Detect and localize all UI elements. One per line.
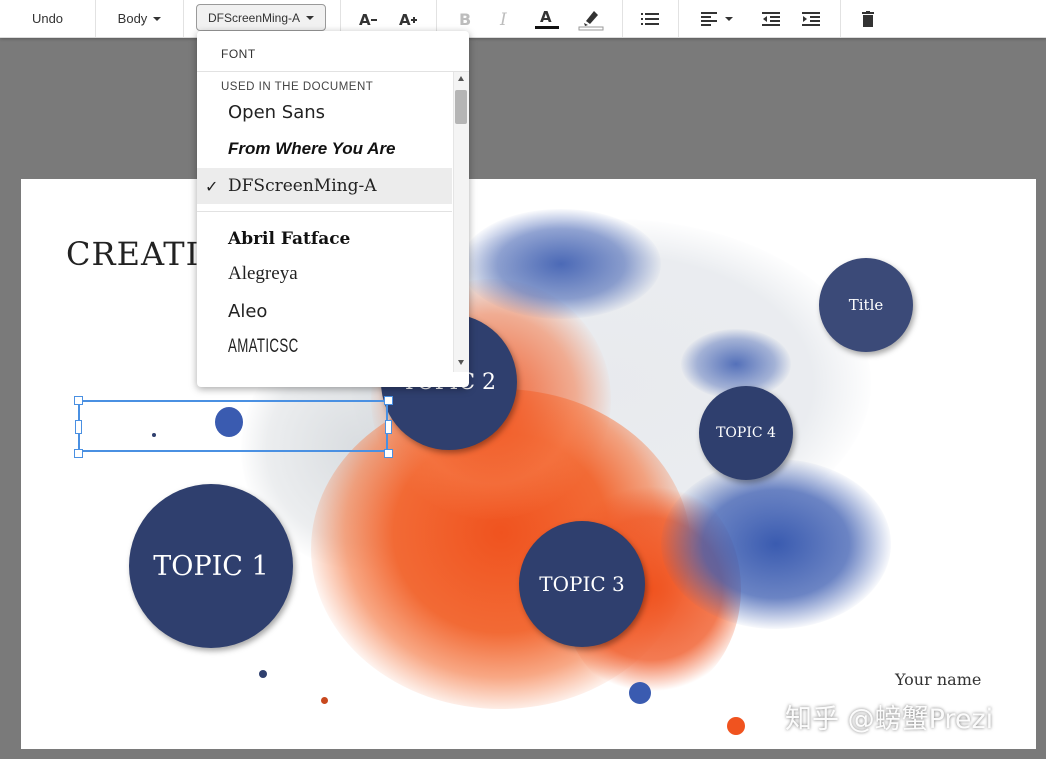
title-circle-label: Title xyxy=(848,296,884,314)
check-icon: ✓ xyxy=(205,176,219,196)
paint-drop xyxy=(321,697,328,704)
font-option-label: Abril Fatface xyxy=(228,229,351,249)
font-dropdown-menu: FONT USED IN THE DOCUMENT Open Sans From… xyxy=(197,31,469,387)
divider xyxy=(622,0,623,37)
selected-textbox[interactable] xyxy=(78,400,388,452)
font-label: DFScreenMing-A xyxy=(207,10,301,25)
indent-icon[interactable] xyxy=(798,0,824,37)
divider xyxy=(197,211,452,212)
resize-handle[interactable] xyxy=(75,420,82,434)
resize-handle[interactable] xyxy=(74,396,83,405)
bullet-list-icon[interactable] xyxy=(636,0,664,37)
font-option-open-sans[interactable]: Open Sans xyxy=(197,94,452,130)
topic-4-label: TOPIC 4 xyxy=(716,425,776,441)
topic-1-label: TOPIC 1 xyxy=(153,550,269,582)
svg-text:B: B xyxy=(459,10,471,28)
topic-1-circle[interactable]: TOPIC 1 xyxy=(129,484,293,648)
font-option-amaticsc[interactable]: AMATICSC xyxy=(206,329,384,365)
text-color-icon[interactable]: A xyxy=(532,0,562,37)
font-dropdown[interactable]: DFScreenMing-A xyxy=(196,4,326,31)
undo-label: Undo xyxy=(31,11,64,26)
resize-handle[interactable] xyxy=(385,420,392,434)
text-cursor xyxy=(152,433,156,437)
font-option-label: From Where You Are xyxy=(228,139,396,158)
slide-canvas[interactable]: CREATI TOPIC 1 TOPIC 2 TOPIC 3 TOPIC 4 T… xyxy=(21,179,1036,749)
chevron-down-icon xyxy=(306,15,315,20)
align-dropdown[interactable] xyxy=(692,0,742,37)
scrollbar[interactable] xyxy=(453,72,469,372)
topic-3-label: TOPIC 3 xyxy=(539,572,625,596)
slide-title[interactable]: CREATI xyxy=(66,235,199,273)
title-circle[interactable]: Title xyxy=(819,258,913,352)
chevron-down-icon xyxy=(153,16,162,21)
font-option-from-where-you-are[interactable]: From Where You Are xyxy=(197,131,452,167)
svg-text:A: A xyxy=(540,8,552,26)
align-left-icon xyxy=(701,11,717,26)
italic-icon[interactable]: I xyxy=(492,0,518,37)
text-style-label: Body xyxy=(117,11,148,26)
font-option-label: DFScreenMing-A xyxy=(228,176,377,196)
font-option-abril-fatface[interactable]: Abril Fatface xyxy=(197,221,452,257)
font-option-alegreya[interactable]: Alegreya xyxy=(197,256,452,292)
chevron-down-icon xyxy=(725,16,733,21)
paint-drop xyxy=(727,717,745,735)
watercolor-blue xyxy=(661,459,891,629)
paint-drop xyxy=(259,670,267,678)
topic-3-circle[interactable]: TOPIC 3 xyxy=(519,521,645,647)
section-label: USED IN THE DOCUMENT xyxy=(221,81,374,93)
font-option-label: Alegreya xyxy=(228,263,298,284)
font-option-aleo[interactable]: Aleo xyxy=(197,293,452,329)
outdent-icon[interactable] xyxy=(758,0,784,37)
paint-drop xyxy=(629,682,651,704)
author-name[interactable]: Your name xyxy=(895,670,981,689)
resize-handle[interactable] xyxy=(74,449,83,458)
divider xyxy=(840,0,841,37)
delete-icon[interactable] xyxy=(856,0,880,37)
topic-4-circle[interactable]: TOPIC 4 xyxy=(699,386,793,480)
font-option-label: Open Sans xyxy=(228,101,326,123)
undo-button[interactable]: Undo xyxy=(0,0,95,37)
font-option-label: AMATICSC xyxy=(228,336,299,357)
scroll-up-icon[interactable] xyxy=(458,76,464,81)
toolbar: Undo Body DFScreenMing-A A A B I A xyxy=(0,0,1046,38)
font-option-label: Aleo xyxy=(228,300,268,322)
svg-text:A: A xyxy=(359,11,371,27)
divider xyxy=(197,71,469,72)
svg-text:A: A xyxy=(399,11,411,27)
resize-handle[interactable] xyxy=(384,449,393,458)
svg-text:I: I xyxy=(499,10,507,28)
watermark: 知乎 @螃蟹Prezi xyxy=(785,704,994,735)
watercolor-blue xyxy=(461,209,661,319)
text-style-dropdown[interactable]: Body xyxy=(96,0,183,37)
font-option-dfscreenming-a[interactable]: ✓ DFScreenMing-A xyxy=(197,168,452,204)
scrollbar-thumb[interactable] xyxy=(455,90,467,124)
divider xyxy=(183,0,184,37)
dropdown-header: FONT xyxy=(221,47,256,61)
divider xyxy=(678,0,679,37)
scroll-down-icon[interactable] xyxy=(458,360,464,365)
highlight-icon[interactable] xyxy=(576,0,606,37)
resize-handle[interactable] xyxy=(384,396,393,405)
